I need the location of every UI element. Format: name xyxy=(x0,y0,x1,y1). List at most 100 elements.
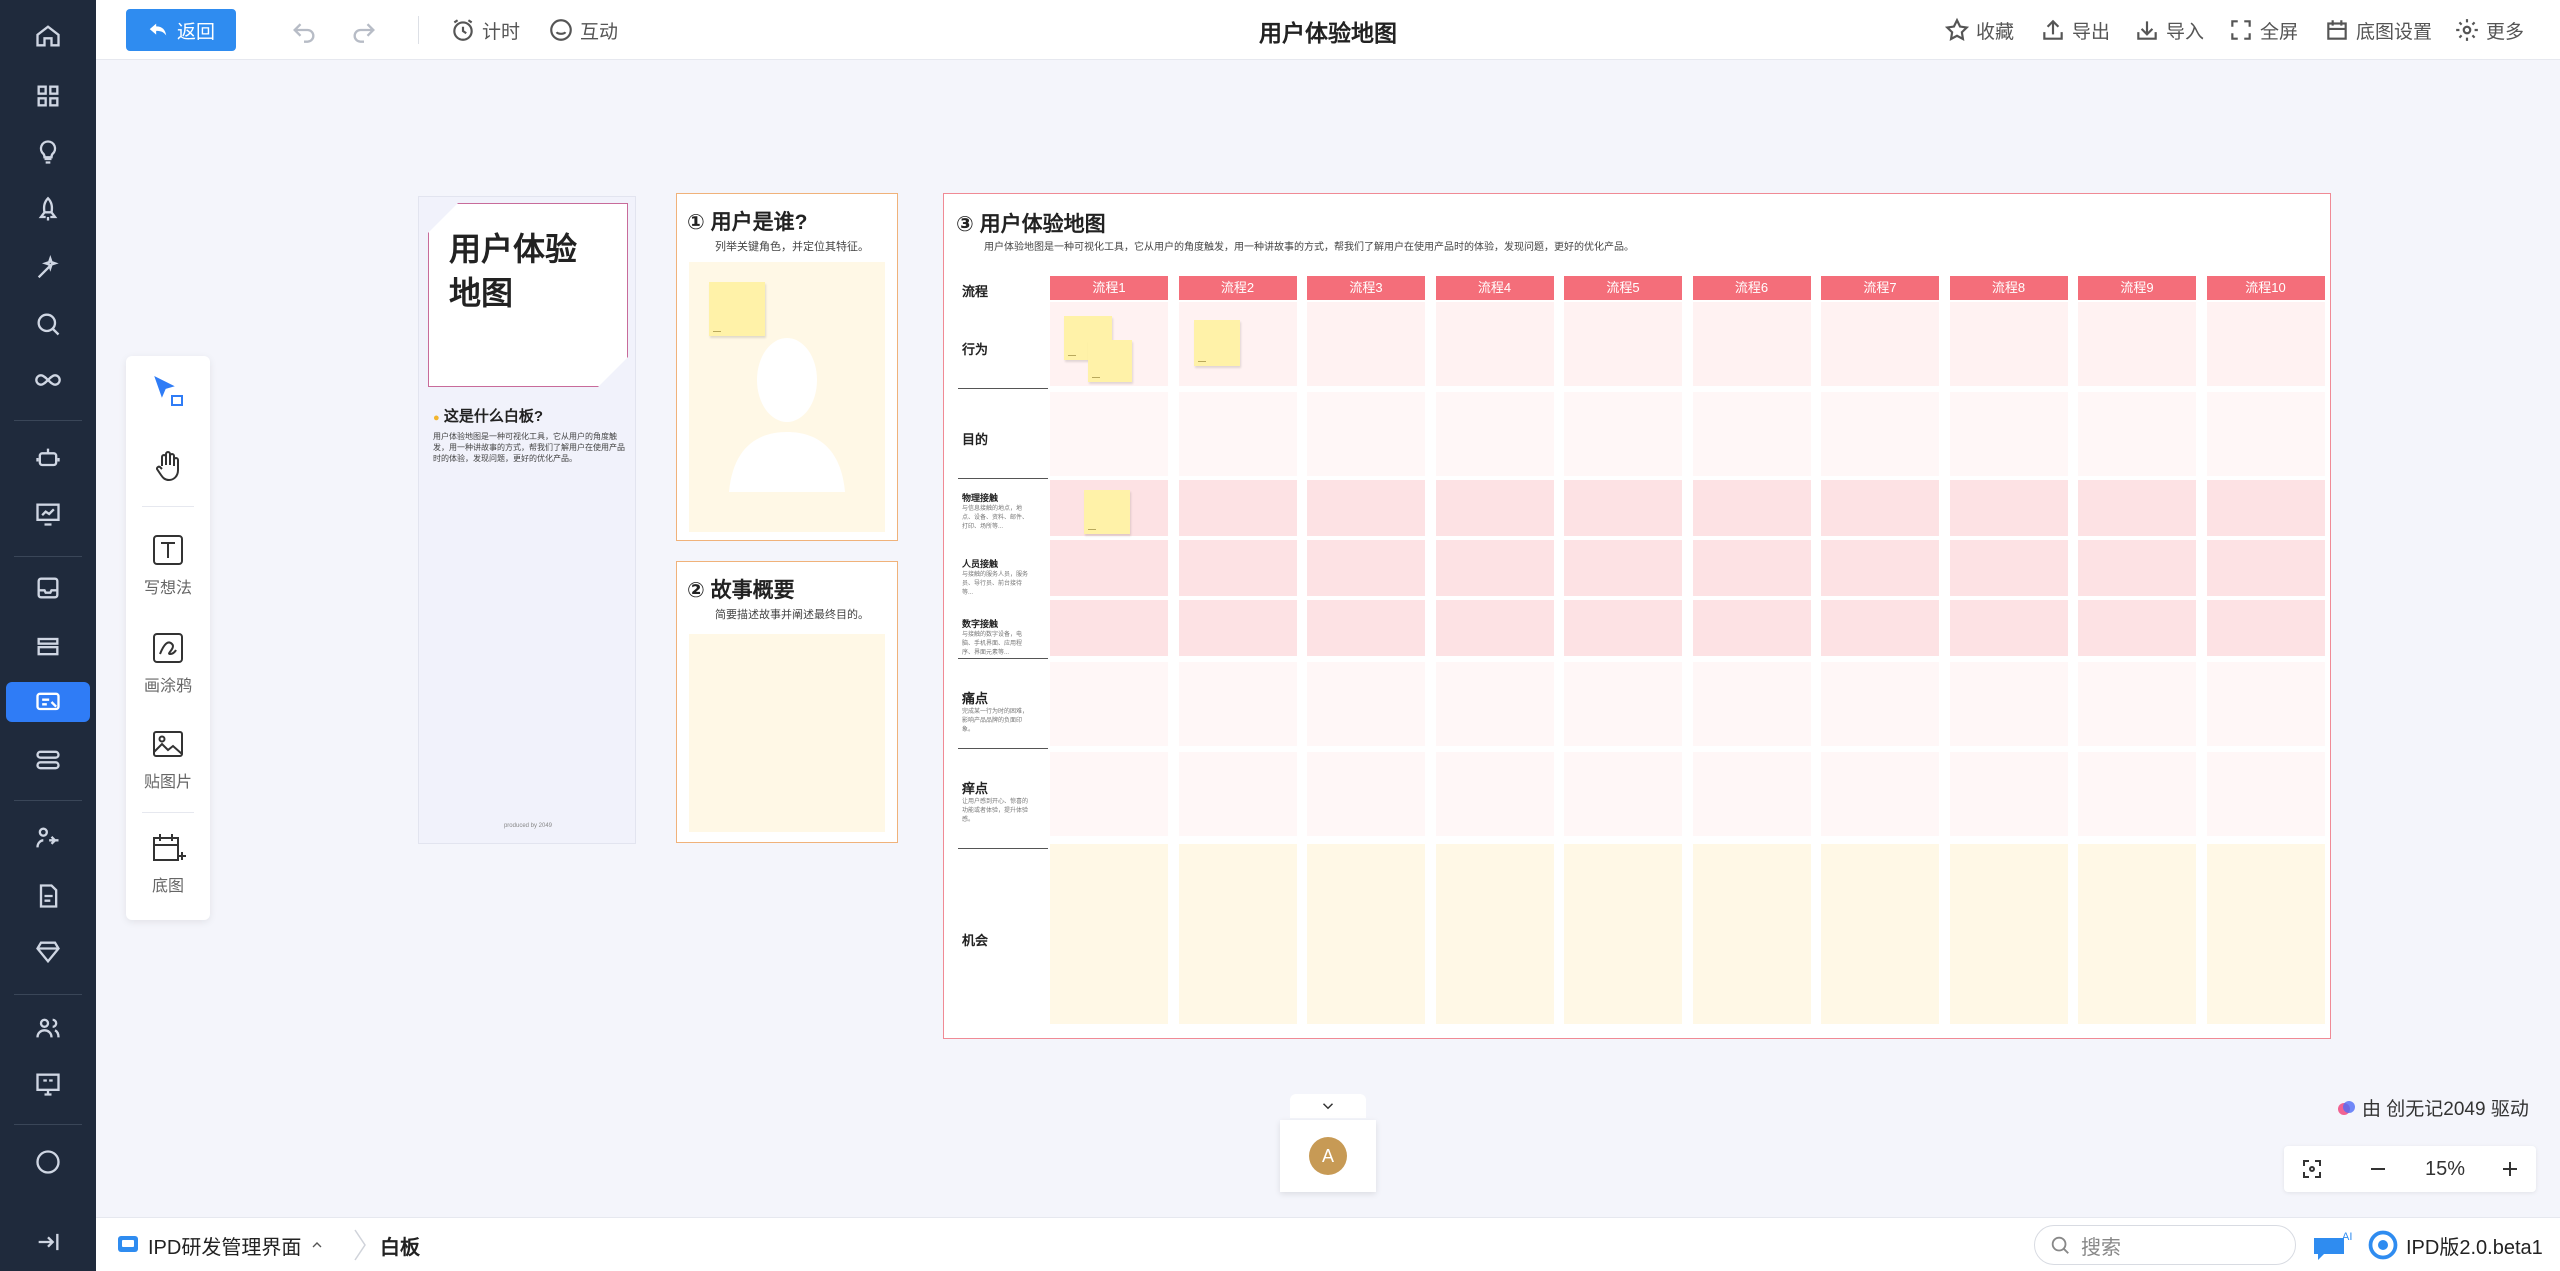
background-settings-button[interactable]: 底图设置 xyxy=(2324,14,2432,46)
map-cell[interactable] xyxy=(1692,600,1811,656)
infinity-icon[interactable] xyxy=(18,360,78,400)
map-cell[interactable] xyxy=(1949,752,2068,836)
chart-board-icon[interactable] xyxy=(18,494,78,534)
sticky-note[interactable] xyxy=(709,282,765,336)
undo-icon[interactable] xyxy=(290,16,318,44)
select-tool[interactable] xyxy=(126,374,210,410)
diamond-icon[interactable] xyxy=(18,932,78,972)
sticky-note[interactable] xyxy=(1088,340,1132,382)
map-cell[interactable] xyxy=(2078,844,2196,1024)
map-cell[interactable] xyxy=(1435,600,1554,656)
map-cell[interactable] xyxy=(1949,662,2068,746)
map-cell[interactable] xyxy=(1178,752,1297,836)
search-scan-icon[interactable] xyxy=(18,304,78,344)
map-cell[interactable] xyxy=(1949,844,2068,1024)
back-button[interactable]: 返回 xyxy=(126,9,236,51)
map-cell[interactable] xyxy=(1307,302,1425,386)
hand-tool[interactable] xyxy=(126,448,210,484)
lightbulb-icon[interactable] xyxy=(18,132,78,172)
map-cell[interactable] xyxy=(2078,480,2196,536)
map-cell[interactable] xyxy=(2206,662,2325,746)
map-cell[interactable] xyxy=(1821,844,1939,1024)
map-cell[interactable] xyxy=(1307,600,1425,656)
home-icon[interactable] xyxy=(18,16,78,56)
map-cell[interactable] xyxy=(1435,662,1554,746)
sticky-note[interactable] xyxy=(1194,320,1240,366)
document-icon[interactable] xyxy=(18,876,78,916)
map-cell[interactable] xyxy=(1564,480,1682,536)
map-cell[interactable] xyxy=(2078,752,2196,836)
whiteboard-icon[interactable] xyxy=(6,682,90,722)
map-cell[interactable] xyxy=(1692,662,1811,746)
map-cell[interactable] xyxy=(1307,844,1425,1024)
experience-map-card[interactable]: ③ 用户体验地图 用户体验地图是一种可视化工具，它从用户的角度触发，用一种讲故事… xyxy=(943,193,2331,1039)
map-cell[interactable] xyxy=(1692,392,1811,476)
search-box[interactable]: 搜索 xyxy=(2034,1225,2296,1265)
map-cell[interactable] xyxy=(1692,844,1811,1024)
sticky-note[interactable] xyxy=(1084,490,1130,534)
map-cell[interactable] xyxy=(1050,844,1168,1024)
fit-view-button[interactable] xyxy=(2290,1146,2334,1192)
map-cell[interactable] xyxy=(1564,662,1682,746)
favorite-button[interactable]: 收藏 xyxy=(1944,14,2014,46)
collapse-sidebar-icon[interactable] xyxy=(18,1222,78,1262)
who-card[interactable]: ① 用户是谁? 列举关键角色，并定位其特征。 xyxy=(676,193,898,541)
map-cell[interactable] xyxy=(1178,844,1297,1024)
map-cell[interactable] xyxy=(1949,600,2068,656)
magic-wand-icon[interactable] xyxy=(18,248,78,288)
map-cell[interactable] xyxy=(2078,662,2196,746)
text-tool[interactable]: 写想法 xyxy=(126,532,210,598)
avatar[interactable]: A xyxy=(1309,1137,1347,1175)
map-cell[interactable] xyxy=(2078,600,2196,656)
background-tool[interactable]: 底图 xyxy=(126,830,210,896)
map-cell[interactable] xyxy=(1050,392,1168,476)
map-cell[interactable] xyxy=(1949,302,2068,386)
users-icon[interactable] xyxy=(18,1008,78,1048)
map-cell[interactable] xyxy=(1307,540,1425,596)
export-button[interactable]: 导出 xyxy=(2040,14,2110,46)
user-flow-icon[interactable] xyxy=(18,818,78,858)
map-cell[interactable] xyxy=(1435,302,1554,386)
map-cell[interactable] xyxy=(2206,480,2325,536)
cover-card[interactable]: 用户体验地图 ● 这是什么白板? 用户体验地图是一种可视化工具，它从用户的角度触… xyxy=(418,196,636,844)
map-cell[interactable] xyxy=(1564,392,1682,476)
map-cell[interactable] xyxy=(1821,600,1939,656)
map-cell[interactable] xyxy=(1178,540,1297,596)
map-cell[interactable] xyxy=(1564,540,1682,596)
map-cell[interactable] xyxy=(2206,302,2325,386)
layers-icon[interactable] xyxy=(18,626,78,666)
draw-tool[interactable]: 画涂鸦 xyxy=(126,630,210,696)
map-cell[interactable] xyxy=(2206,540,2325,596)
map-cell[interactable] xyxy=(2206,752,2325,836)
map-cell[interactable] xyxy=(1307,480,1425,536)
map-cell[interactable] xyxy=(1564,752,1682,836)
image-tool[interactable]: 贴图片 xyxy=(126,726,210,792)
map-cell[interactable] xyxy=(1435,480,1554,536)
map-cell[interactable] xyxy=(1692,302,1811,386)
map-cell[interactable] xyxy=(1564,600,1682,656)
map-cell[interactable] xyxy=(1949,480,2068,536)
toggle-settings-icon[interactable] xyxy=(18,740,78,780)
map-cell[interactable] xyxy=(1050,600,1168,656)
map-cell[interactable] xyxy=(1821,540,1939,596)
map-cell[interactable] xyxy=(1435,392,1554,476)
map-cell[interactable] xyxy=(1435,540,1554,596)
map-cell[interactable] xyxy=(2206,844,2325,1024)
map-cell[interactable] xyxy=(2206,600,2325,656)
map-cell[interactable] xyxy=(1821,480,1939,536)
map-cell[interactable] xyxy=(1307,392,1425,476)
redo-icon[interactable] xyxy=(350,16,378,44)
map-cell[interactable] xyxy=(1692,752,1811,836)
map-cell[interactable] xyxy=(1564,844,1682,1024)
ai-chat-icon[interactable]: AI xyxy=(2310,1228,2358,1264)
more-button[interactable]: 更多 xyxy=(2454,14,2524,46)
map-cell[interactable] xyxy=(2206,392,2325,476)
map-cell[interactable] xyxy=(1692,540,1811,596)
map-cell[interactable] xyxy=(1949,540,2068,596)
map-cell[interactable] xyxy=(1178,662,1297,746)
map-cell[interactable] xyxy=(1050,662,1168,746)
map-cell[interactable] xyxy=(1307,662,1425,746)
map-cell[interactable] xyxy=(1692,480,1811,536)
inbox-icon[interactable] xyxy=(18,568,78,608)
map-cell[interactable] xyxy=(1949,392,2068,476)
